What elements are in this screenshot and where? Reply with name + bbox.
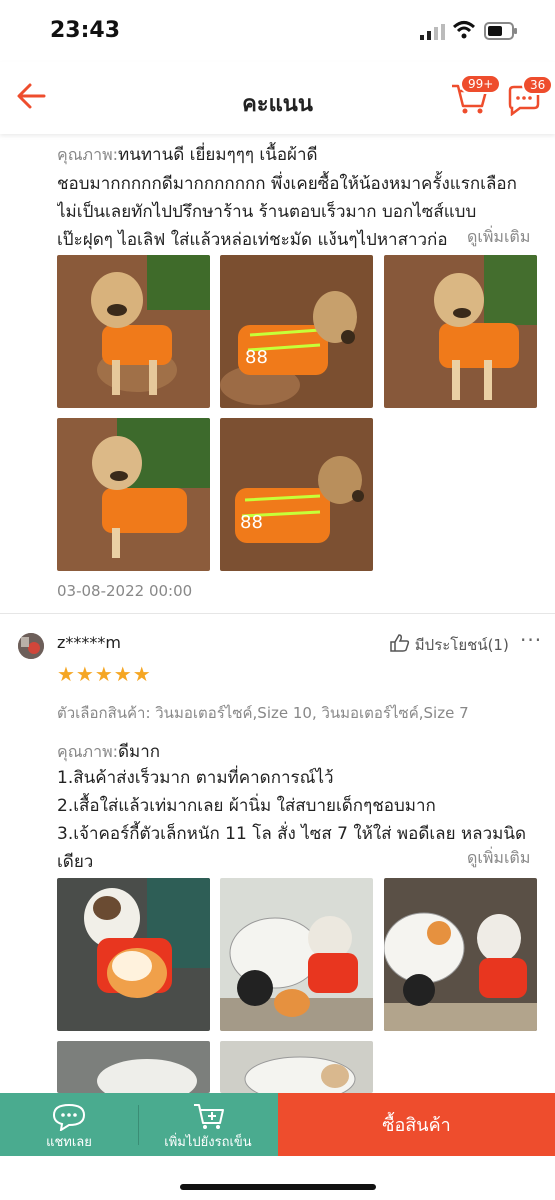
helpful-count: มีประโยชน์(1) xyxy=(414,636,509,654)
review-line: 3.เจ้าคอร์กี้ตัวเล็กหนัก 11 โล สั่ง ไซส … xyxy=(57,824,527,844)
quality-value: ทนทานดี เยี่ยมๆๆๆ เนื้อผ้าดี xyxy=(118,145,318,165)
review1-quality: คุณภาพ:ทนทานดี เยี่ยมๆๆๆ เนื้อผ้าดี xyxy=(57,141,318,168)
review-photo[interactable]: 88 xyxy=(220,418,373,571)
helpful-button[interactable]: มีประโยชน์(1) xyxy=(390,633,509,657)
quality-label: คุณภาพ: xyxy=(57,145,119,164)
review-line: ชอบมากกกกกดีมากกกกกกก พึ่งเคยซื้อให้น้อง… xyxy=(57,174,517,194)
quality-label: คุณภาพ: xyxy=(57,742,119,761)
review-photo[interactable] xyxy=(384,255,537,408)
chat-bubble-icon xyxy=(52,1103,86,1131)
svg-text:88: 88 xyxy=(240,512,263,533)
review-photo[interactable] xyxy=(220,1041,373,1093)
chat-now-label: แชทเลย xyxy=(46,1135,92,1150)
rating-stars: ★★★★★ xyxy=(57,662,152,686)
add-cart-icon xyxy=(194,1104,224,1129)
review2-quality: คุณภาพ:ดีมาก xyxy=(57,738,160,765)
battery-icon xyxy=(484,22,517,40)
wifi-icon xyxy=(452,21,476,39)
review-line: 2.เสื้อใส่แล้วเท่มากเลย ผ้านิ่ม ใส่สบายเ… xyxy=(57,796,436,816)
see-more-link[interactable]: ดูเพิ่มเติม xyxy=(447,846,530,871)
svg-text:88: 88 xyxy=(245,347,268,368)
variant-info: ตัวเลือกสินค้า: วินมอเตอร์ไซค์,Size 10, … xyxy=(57,704,469,722)
more-options-icon[interactable]: ··· xyxy=(520,628,542,652)
see-more-link[interactable]: ดูเพิ่มเติม xyxy=(447,225,531,250)
divider xyxy=(138,1105,139,1145)
quality-value: ดีมาก xyxy=(118,742,161,762)
review-photo[interactable] xyxy=(384,878,537,1031)
chat-now-button[interactable]: แชทเลย xyxy=(0,1093,138,1156)
review-line: เป๊ะฝุดๆ ไอเลิฟ ใส่แล้วหล่อเท่ชะมัด แง้น… xyxy=(57,230,448,250)
chat-badge: 36 xyxy=(522,75,554,95)
review-date: 03-08-2022 00:00 xyxy=(57,582,193,600)
status-time: 23:43 xyxy=(50,18,121,43)
reviewer-username: z*****m xyxy=(57,633,121,652)
review-line: ไม่เป็นเลยทักไปปรึกษาร้าน ร้านตอบเร็วมาก… xyxy=(57,202,477,222)
review-photo[interactable] xyxy=(57,878,210,1031)
review-photo[interactable]: 88 xyxy=(220,255,373,408)
divider xyxy=(0,613,555,614)
signal-icon xyxy=(420,24,445,40)
review-photo[interactable] xyxy=(57,1041,210,1093)
review-line: 1.สินค้าส่งเร็วมาก ตามที่คาดการณ์ไว้ xyxy=(57,768,334,788)
thumbs-up-icon xyxy=(390,634,410,652)
buy-now-button[interactable]: ซื้อสินค้า xyxy=(278,1093,555,1156)
home-indicator xyxy=(180,1184,376,1190)
add-to-cart-label: เพิ่มไปยังรถเข็น xyxy=(164,1135,252,1150)
review-photo[interactable] xyxy=(220,878,373,1031)
add-to-cart-button[interactable]: เพิ่มไปยังรถเข็น xyxy=(138,1093,278,1156)
review-photo[interactable] xyxy=(57,255,210,408)
cart-badge: 99+ xyxy=(460,74,502,94)
avatar[interactable] xyxy=(18,633,44,659)
review-photo[interactable] xyxy=(57,418,210,571)
